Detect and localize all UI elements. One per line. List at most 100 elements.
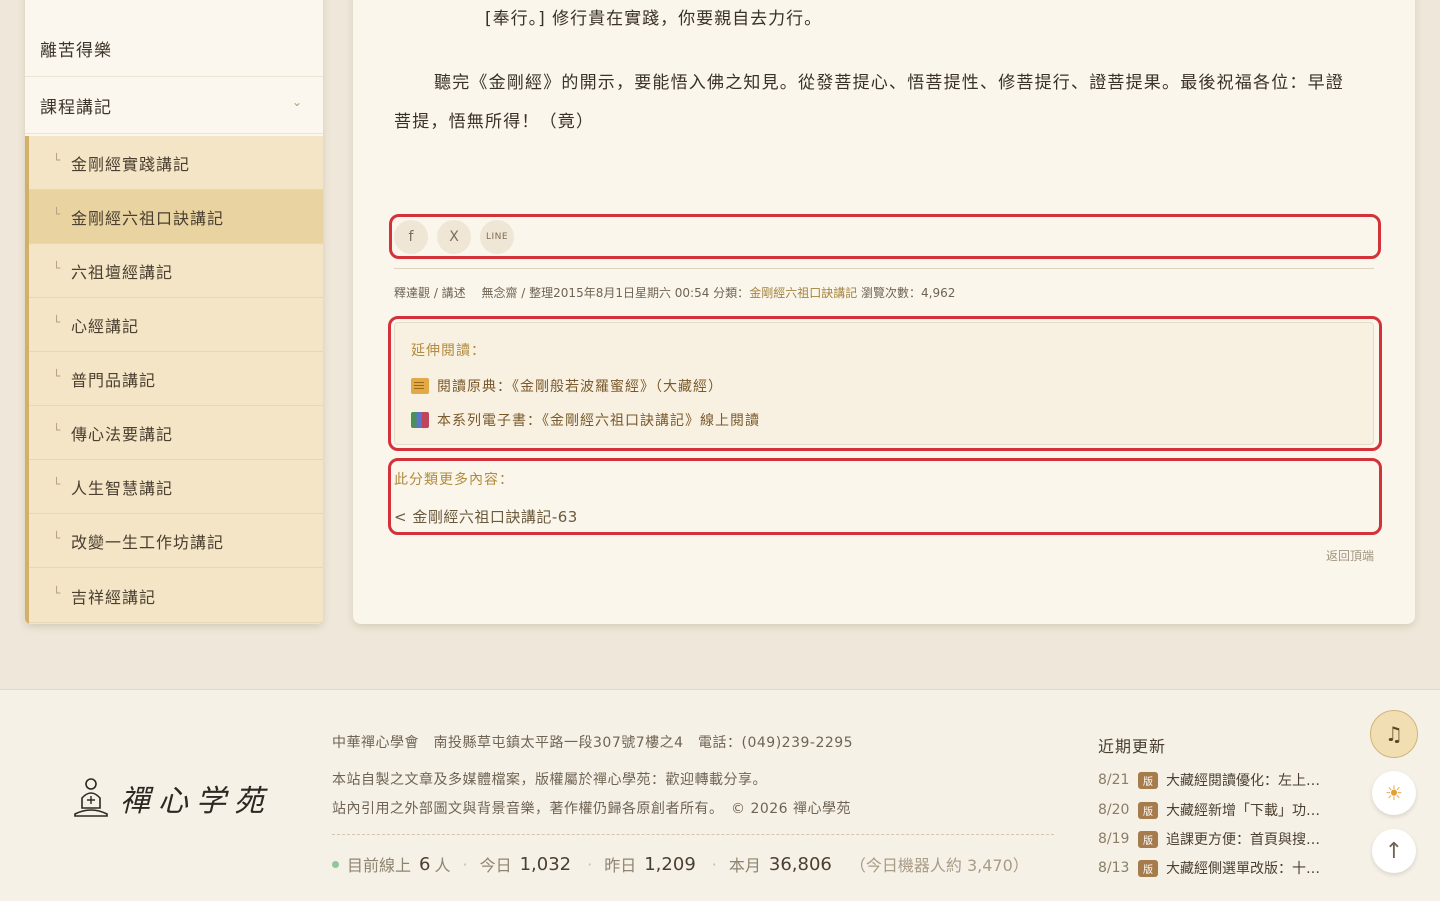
footer-copyright-2: 站內引用之外部圖文與背景音樂，著作權仍歸各原創者所有。 © 2026 禪心學苑 bbox=[332, 801, 852, 817]
update-item[interactable]: 8/19 版 追課更方便：首頁與搜… bbox=[1098, 829, 1320, 849]
previous-article-link[interactable]: < 金剛經六祖口訣講記-63 bbox=[394, 506, 578, 527]
sidebar-subitem-jingang-practice[interactable]: └ 金剛經實踐講記 bbox=[29, 136, 323, 190]
update-date: 8/19 bbox=[1098, 831, 1130, 847]
update-item[interactable]: 8/13 版 大藏經側選單改版：十… bbox=[1098, 858, 1320, 878]
view-count: 瀏覽次數：4,962 bbox=[857, 286, 956, 300]
sidebar-item-course-notes[interactable]: 課程講記 ⌄ bbox=[25, 77, 323, 134]
visitor-stats: 目前線上 6 人 · 今日 1,032 · 昨日 1,209 · 本月 36,8… bbox=[332, 852, 1029, 876]
site-logo[interactable]: 禪心学苑 bbox=[72, 776, 272, 820]
footer-copyright-1: 本站自製之文章及多媒體檔案，版權屬於禪心學苑：歡迎轉載分享。 bbox=[332, 772, 767, 788]
sidebar-subitem-heart-sutra[interactable]: └ 心經講記 bbox=[29, 298, 323, 352]
update-date: 8/20 bbox=[1098, 802, 1130, 818]
update-badge: 版 bbox=[1138, 859, 1158, 877]
stat-separator: · bbox=[711, 854, 717, 874]
update-badge: 版 bbox=[1138, 801, 1158, 819]
logo-text: 禪心学苑 bbox=[120, 784, 272, 819]
sidebar-subitem-jixiang[interactable]: └ 吉祥經講記 bbox=[29, 569, 323, 623]
branch-icon: └ bbox=[53, 585, 62, 600]
sidebar-subitem-label: 金剛經實踐講記 bbox=[71, 154, 191, 174]
sidebar-subitem-label: 普門品講記 bbox=[71, 370, 157, 390]
sidebar-subitem-label: 吉祥經講記 bbox=[71, 587, 157, 607]
extended-reading-title: 延伸閱讀： bbox=[411, 343, 486, 359]
share-bar-highlight bbox=[389, 214, 1381, 259]
yesterday-value: 1,209 bbox=[644, 853, 696, 875]
ebook-link[interactable]: 本系列電子書：《金剛經六祖口訣講記》線上閱讀 bbox=[411, 410, 760, 430]
article-meta: 釋達觀 / 講述 無念齋 / 整理2015年8月1日星期六 00:54 分類：金… bbox=[394, 284, 955, 301]
update-item[interactable]: 8/21 版 大藏經閱讀優化：左上… bbox=[1098, 770, 1320, 790]
sidebar: 離苦得樂 課程講記 ⌄ └ 金剛經實踐講記 └ 金剛經六祖口訣講記 └ 六祖壇經… bbox=[25, 0, 323, 624]
sidebar-item-lijudele[interactable]: 離苦得樂 bbox=[25, 20, 323, 77]
update-badge: 版 bbox=[1138, 771, 1158, 789]
update-text: 追課更方便：首頁與搜… bbox=[1166, 832, 1320, 848]
sidebar-subitem-label: 六祖壇經講記 bbox=[71, 262, 174, 282]
theme-toggle-button[interactable]: ☀ bbox=[1372, 771, 1416, 815]
footer-divider bbox=[332, 834, 1054, 835]
meditation-icon bbox=[74, 778, 108, 817]
sidebar-subitem-liuzu-tanjing[interactable]: └ 六祖壇經講記 bbox=[29, 244, 323, 298]
yesterday-label: 昨日 bbox=[604, 856, 637, 875]
update-text: 大藏經閱讀優化：左上… bbox=[1166, 773, 1320, 789]
divider bbox=[394, 268, 1374, 269]
branch-icon: └ bbox=[53, 260, 62, 275]
update-item[interactable]: 8/20 版 大藏經新增「下載」功… bbox=[1098, 800, 1320, 820]
back-to-top-link[interactable]: 返回頂端 bbox=[1326, 547, 1374, 564]
recent-updates-title: 近期更新 bbox=[1098, 737, 1167, 756]
chevron-down-icon: ⌄ bbox=[291, 95, 303, 109]
books-icon bbox=[411, 412, 429, 428]
meta-author-date: 釋達觀 / 講述 無念齋 / 整理2015年8月1日星期六 00:54 分類： bbox=[394, 286, 750, 300]
footer: 禪心学苑 中華禪心學會 南投縣草屯鎮太平路一段307號7樓之4 電話：(049)… bbox=[0, 689, 1440, 901]
update-text: 大藏經側選單改版：十… bbox=[1166, 861, 1320, 877]
sidebar-subitem-label: 人生智慧講記 bbox=[71, 478, 174, 498]
update-date: 8/13 bbox=[1098, 860, 1130, 876]
bot-count: （今日機器人約 3,470） bbox=[849, 856, 1029, 875]
read-original-label: 閱讀原典：《金剛般若波羅蜜經》（大藏經） bbox=[437, 379, 723, 395]
branch-icon: └ bbox=[53, 152, 62, 167]
article-paragraph: 聽完《金剛經》的開示，要能悟入佛之知見。從發菩提心、悟菩提性、修菩提行、證菩提果… bbox=[394, 73, 1344, 132]
online-value: 6 bbox=[419, 853, 431, 875]
sidebar-item-label: 離苦得樂 bbox=[40, 40, 112, 61]
sidebar-submenu: └ 金剛經實踐講記 └ 金剛經六祖口訣講記 └ 六祖壇經講記 └ 心經講記 └ … bbox=[25, 136, 323, 624]
sidebar-subitem-pumen[interactable]: └ 普門品講記 bbox=[29, 352, 323, 406]
sidebar-subitem-life-wisdom[interactable]: └ 人生智慧講記 bbox=[29, 460, 323, 514]
sidebar-subitem-label: 金剛經六祖口訣講記 bbox=[71, 208, 225, 228]
scroll-icon bbox=[411, 378, 429, 394]
today-value: 1,032 bbox=[519, 853, 572, 875]
facebook-share-button[interactable]: f bbox=[394, 220, 428, 254]
music-toggle-button[interactable]: ♫ bbox=[1370, 710, 1418, 758]
x-share-button[interactable]: X bbox=[437, 220, 471, 254]
month-value: 36,806 bbox=[768, 853, 832, 875]
line-share-button[interactable]: LINE bbox=[480, 220, 514, 254]
branch-icon: └ bbox=[53, 530, 62, 545]
today-label: 今日 bbox=[479, 856, 512, 875]
sun-icon: ☀ bbox=[1385, 781, 1403, 805]
online-label: 目前線上 bbox=[347, 856, 412, 875]
read-original-link[interactable]: 閱讀原典：《金剛般若波羅蜜經》（大藏經） bbox=[411, 376, 723, 396]
month-label: 本月 bbox=[728, 856, 761, 875]
article-card: [奉行。] 修行貴在實踐，你要親自去力行。 聽完《金剛經》的開示，要能悟入佛之知… bbox=[353, 0, 1415, 624]
update-badge: 版 bbox=[1138, 830, 1158, 848]
branch-icon: └ bbox=[53, 476, 62, 491]
sidebar-subitem-workshop[interactable]: └ 改變一生工作坊講記 bbox=[29, 514, 323, 568]
footer-address: 中華禪心學會 南投縣草屯鎮太平路一段307號7樓之4 電話：(049)239-2… bbox=[332, 735, 854, 751]
sidebar-subitem-chuanxin[interactable]: └ 傳心法要講記 bbox=[29, 406, 323, 460]
article-paragraph: [奉行。] 修行貴在實踐，你要親自去力行。 bbox=[485, 9, 823, 29]
online-unit: 人 bbox=[434, 856, 451, 875]
more-content-title: 此分類更多內容： bbox=[394, 472, 514, 488]
scroll-top-button[interactable]: ↑ bbox=[1372, 829, 1416, 873]
sidebar-item-label: 課程講記 bbox=[40, 97, 112, 118]
ebook-label: 本系列電子書：《金剛經六祖口訣講記》線上閱讀 bbox=[437, 413, 760, 429]
arrow-up-icon: ↑ bbox=[1384, 838, 1404, 864]
branch-icon: └ bbox=[53, 206, 62, 221]
branch-icon: └ bbox=[53, 368, 62, 383]
update-date: 8/21 bbox=[1098, 772, 1130, 788]
category-link[interactable]: 金剛經六祖口訣講記 bbox=[749, 286, 857, 300]
sidebar-subitem-label: 改變一生工作坊講記 bbox=[71, 532, 225, 552]
music-note-icon: ♫ bbox=[1385, 722, 1403, 746]
online-dot-icon bbox=[332, 860, 339, 868]
sidebar-subitem-jingang-liuzu[interactable]: └ 金剛經六祖口訣講記 bbox=[29, 190, 323, 244]
sidebar-subitem-label: 傳心法要講記 bbox=[71, 424, 174, 444]
branch-icon: └ bbox=[53, 314, 62, 329]
branch-icon: └ bbox=[53, 422, 62, 437]
stat-separator: · bbox=[462, 854, 468, 874]
update-text: 大藏經新增「下載」功… bbox=[1166, 803, 1320, 819]
